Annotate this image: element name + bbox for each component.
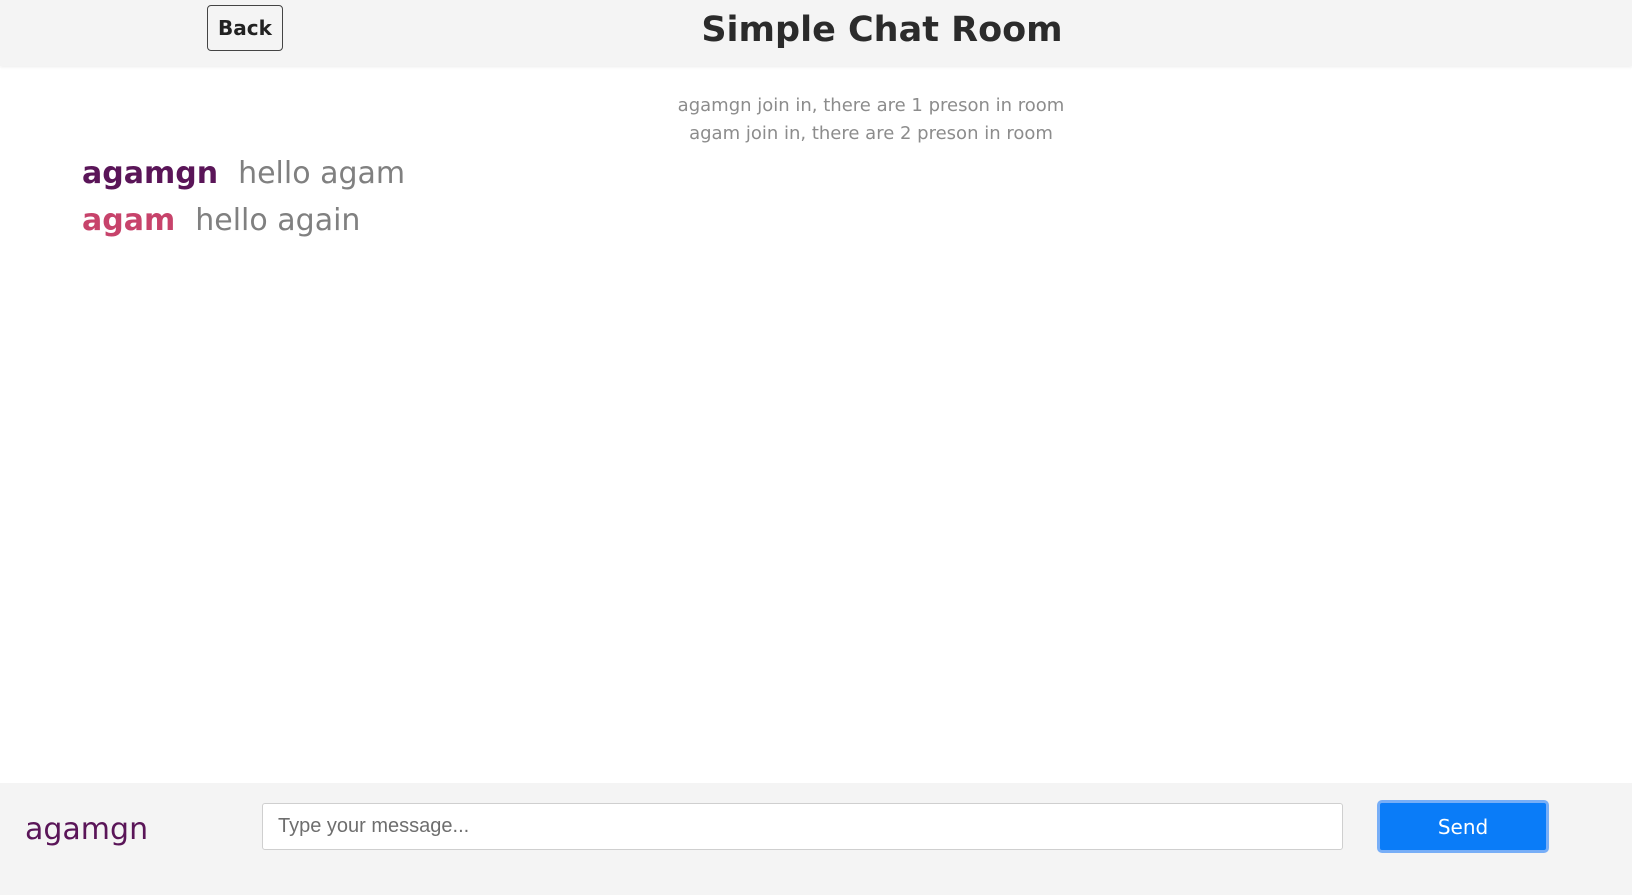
message-username: agam: [82, 203, 176, 238]
message-username: agamgn: [82, 156, 219, 191]
message-text: hello again: [195, 203, 361, 238]
chat-message: agamgn hello agam: [82, 150, 405, 197]
chat-message: agam hello again: [82, 197, 405, 244]
join-notice: agamgn join in, there are 1 preson in ro…: [677, 95, 1065, 116]
send-button[interactable]: Send: [1377, 800, 1549, 853]
page-title: Simple Chat Room: [701, 10, 1063, 50]
message-list: agamgn hello agam agam hello again: [82, 150, 405, 244]
header-bar: Back Simple Chat Room: [0, 0, 1632, 66]
title-wrapper: Simple Chat Room: [0, 0, 1632, 66]
current-username: agamgn: [25, 812, 149, 847]
chat-page: Back Simple Chat Room agamgn join in, th…: [0, 0, 1632, 895]
join-notice: agam join in, there are 2 preson in room: [689, 123, 1053, 144]
message-text: hello agam: [238, 156, 406, 191]
composer-bar: agamgn Send: [0, 783, 1632, 895]
system-notices: agamgn join in, there are 1 preson in ro…: [0, 92, 1632, 148]
message-input[interactable]: [262, 803, 1343, 850]
